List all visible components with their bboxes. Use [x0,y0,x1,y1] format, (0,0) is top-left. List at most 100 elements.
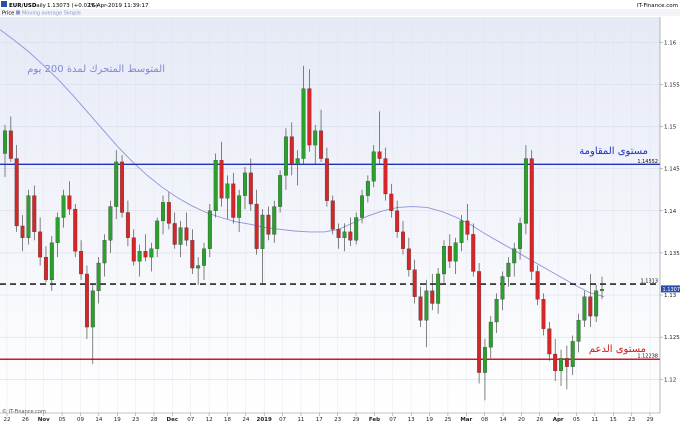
candle-body [55,217,60,243]
y-tick-label: 1.155 [664,82,680,88]
candle-body [32,195,37,233]
x-tick-label: 25 [444,417,451,423]
candle [278,170,283,213]
candle [73,204,78,258]
x-tick-label: 17 [316,417,323,423]
candle-body [272,206,277,235]
x-tick-label: 23 [334,417,341,423]
y-tick-label: 1.16 [664,40,677,46]
candle-body [79,251,84,275]
candle-body [67,195,72,210]
candle-body [184,227,189,241]
candle-body [84,273,89,328]
candle-body [330,200,335,230]
candle [477,263,482,384]
candle-body [436,273,441,304]
candle-body [137,251,142,262]
candle-body [582,296,587,321]
y-tick-label: 1.15 [664,125,677,131]
candle-body [44,256,48,281]
header-brand: IT-Finance.com [637,3,678,9]
candle-body [518,223,523,249]
x-tick-label: 07 [279,417,286,423]
candle-body [564,358,569,367]
candle-body [482,347,487,373]
legend-ma-swatch [16,10,20,15]
candle [120,155,125,218]
candle-body [471,234,476,272]
candle-body [278,175,283,207]
candle-body [371,151,376,182]
candle-body [26,195,31,238]
x-tick-label: 22 [4,417,11,423]
candle-body [248,172,253,205]
candle-body [442,246,446,275]
candle-body [430,290,435,304]
candle-body [465,220,470,235]
candle [213,153,218,218]
x-tick-label: 26 [22,417,29,423]
candle-body [295,158,300,165]
candle-body [155,220,160,249]
x-tick-label: 19 [426,417,433,423]
y-axis-background [660,17,680,413]
current-value-tag: 1.1313 [641,279,659,285]
candle-body [225,183,230,199]
legend-ma: Moving average Simple [22,11,81,17]
candle-body [161,202,165,222]
candle-body [494,299,499,323]
candle [529,150,534,280]
x-tick-label: 13 [408,417,415,423]
candle-body [190,240,195,269]
candle-body [260,214,265,249]
footer-brand: © IT-Finance.com [2,408,46,415]
candle-body [377,151,382,159]
candle-body [143,251,148,258]
x-tick-label: 14 [500,417,507,423]
candle-body [120,161,125,213]
candle-body [342,231,347,238]
candle-body [114,161,119,207]
candle-body [49,242,54,281]
y-tick-label: 1.135 [664,251,680,257]
candle-body [20,225,25,238]
x-tick-label: 12 [206,417,213,423]
candle-body [547,328,552,355]
candle-body [365,181,370,196]
candle-body [3,130,7,154]
last-price-label: 1.13073 [663,287,680,293]
candle-body [418,296,423,321]
candle-body [90,290,95,328]
candle-body [424,290,429,321]
x-tick-label: Nov [38,417,50,423]
candle-body [237,195,242,218]
candle-body [354,217,359,241]
candle-body [576,320,581,342]
candle-body [254,203,259,249]
x-tick-label: 26 [536,417,543,423]
candle-body [196,265,201,269]
x-tick-label: Feb [369,417,380,423]
candle-body [73,208,78,252]
candle-body [360,195,364,218]
candle-body [131,237,136,262]
x-axis: 22 26 Nov 05 09 14 19 23 28 Dec 07 12 18 24 2019 07 11 17… [0,412,660,423]
x-tick-label: Dec [167,417,179,423]
x-tick-label: 20 [518,417,525,423]
x-tick-label: 18 [224,417,231,423]
candle-body [219,160,224,199]
candle-body [125,212,130,238]
candle-body [412,269,417,297]
candle [26,189,31,245]
candle [330,195,335,235]
candle-body [301,88,306,159]
candle-body [8,130,13,159]
y-tick-label: 1.12 [664,377,676,383]
candle-body [477,271,482,373]
candle-body [500,276,505,300]
legend-bar [0,9,680,16]
x-tick-label: 11 [297,417,304,423]
candle-body [401,231,405,249]
candle-body [588,296,593,317]
candle-body [319,130,324,159]
